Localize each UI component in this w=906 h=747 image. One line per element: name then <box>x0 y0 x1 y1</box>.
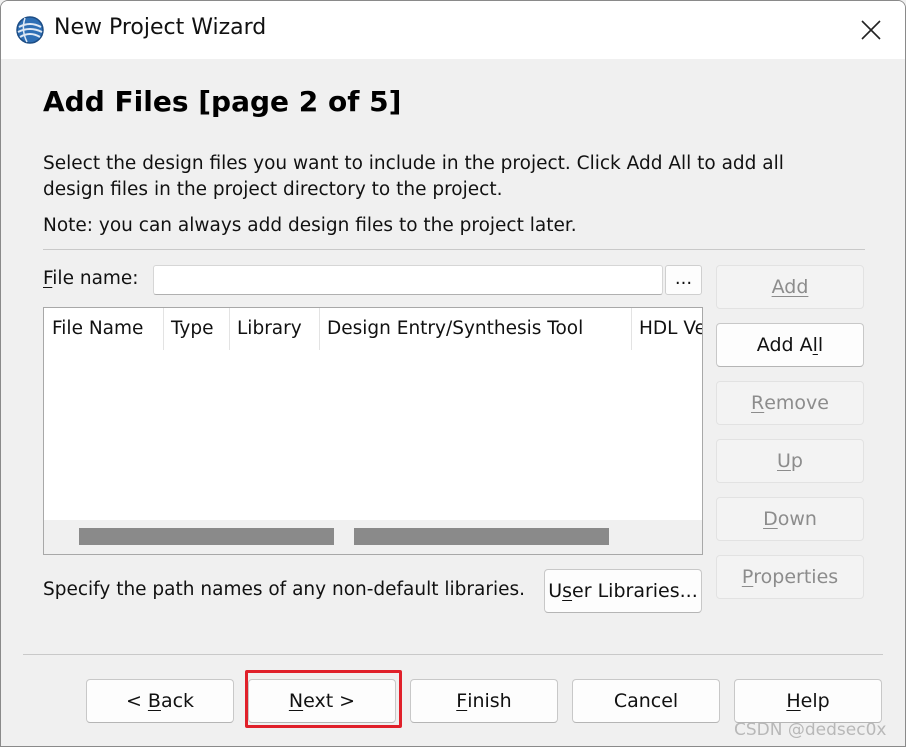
up-label-mnemonic: U <box>777 450 791 472</box>
page-note: Note: you can always add design files to… <box>43 215 577 236</box>
file-name-input[interactable] <box>153 265 663 295</box>
help-button[interactable]: Help <box>734 679 882 723</box>
user-libraries-label-mnemonic: s <box>562 580 573 602</box>
table-header: File Name Type Library Design Entry/Synt… <box>44 308 702 350</box>
remove-label-text: emove <box>764 392 829 414</box>
add-all-label-post: l <box>817 334 824 356</box>
help-label-post: elp <box>800 690 830 712</box>
help-label-mnemonic: H <box>786 690 801 712</box>
remove-label-mnemonic: R <box>751 392 765 414</box>
files-table[interactable]: File Name Type Library Design Entry/Synt… <box>43 307 703 555</box>
back-label-mnemonic: B <box>147 690 161 712</box>
scrollbar-thumb-left[interactable] <box>79 528 334 545</box>
properties-button[interactable]: Properties <box>716 555 864 599</box>
column-header-type[interactable]: Type <box>163 308 229 350</box>
page-title: Add Files [page 2 of 5] <box>43 85 402 118</box>
column-header-file-name[interactable]: File Name <box>44 308 163 350</box>
file-name-label-mnemonic: F <box>43 268 53 289</box>
add-button[interactable]: Add <box>716 265 864 309</box>
finish-label-post: inish <box>467 690 512 712</box>
add-all-button[interactable]: Add All <box>716 323 864 367</box>
properties-label-text: roperties <box>753 566 839 588</box>
finish-button[interactable]: Finish <box>410 679 558 723</box>
browse-button[interactable]: ... <box>665 265 702 295</box>
back-label-post: ack <box>160 690 195 712</box>
wizard-window: New Project Wizard Add Files [page 2 of … <box>0 0 906 747</box>
scrollbar-thumb-right[interactable] <box>354 528 609 545</box>
down-label-text: own <box>777 508 817 530</box>
header-divider <box>43 249 865 250</box>
back-button[interactable]: < Back <box>86 679 234 723</box>
column-header-design-entry-tool[interactable]: Design Entry/Synthesis Tool <box>319 308 631 350</box>
horizontal-scrollbar[interactable] <box>44 520 702 554</box>
file-name-label-text: ile name: <box>52 268 139 289</box>
page-description: Select the design files you want to incl… <box>43 153 784 200</box>
down-label-mnemonic: D <box>763 508 778 530</box>
cancel-button[interactable]: Cancel <box>572 679 720 723</box>
back-label-pre: < <box>125 690 148 712</box>
next-button-highlight <box>245 670 402 728</box>
up-button[interactable]: Up <box>716 439 864 483</box>
libraries-hint: Specify the path names of any non-defaul… <box>43 579 525 600</box>
column-header-library[interactable]: Library <box>229 308 319 350</box>
app-globe-icon <box>16 16 44 44</box>
user-libraries-button[interactable]: Us er Libraries... <box>544 569 702 613</box>
close-icon <box>861 20 881 40</box>
up-label-text: p <box>790 450 803 472</box>
finish-label-mnemonic: F <box>456 690 468 712</box>
footer-divider <box>23 654 883 655</box>
add-all-label-pre: Add A <box>756 334 813 356</box>
window-title: New Project Wizard <box>54 15 267 40</box>
remove-button[interactable]: Remove <box>716 381 864 425</box>
down-button[interactable]: Down <box>716 497 864 541</box>
column-header-hdl-version[interactable]: HDL Ve <box>631 308 702 350</box>
add-button-label: Add <box>771 276 809 298</box>
title-bar[interactable]: New Project Wizard <box>1 1 905 59</box>
close-button[interactable] <box>837 1 905 59</box>
user-libraries-label-post: er Libraries... <box>572 580 698 602</box>
user-libraries-label-pre: U <box>548 580 563 602</box>
properties-label-mnemonic: P <box>741 566 754 588</box>
watermark: CSDN @dedsec0x <box>734 720 887 740</box>
file-name-label: File name: <box>43 268 139 289</box>
